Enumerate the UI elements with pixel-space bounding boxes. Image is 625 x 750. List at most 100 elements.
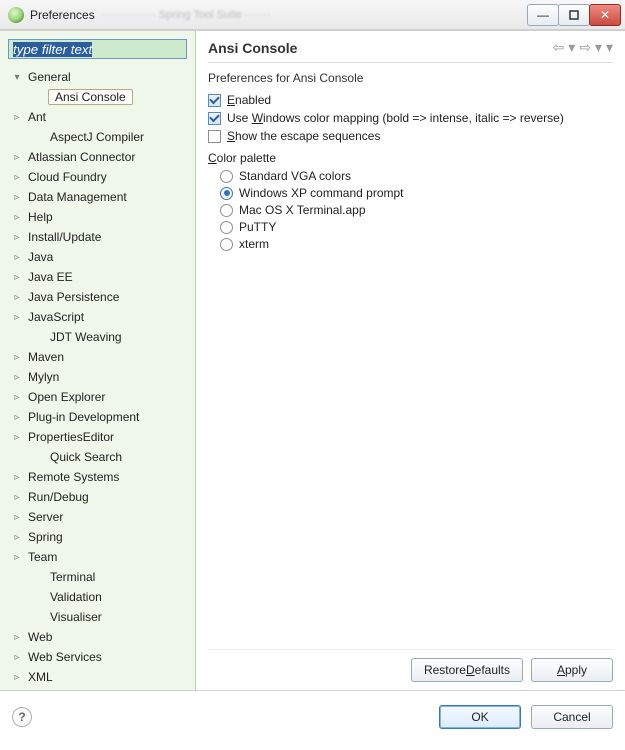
restore-defaults-button[interactable]: Restore Defaults [411,658,523,682]
checkbox-enabled[interactable]: Enabled [208,93,613,107]
palette-radio-option[interactable]: xterm [220,237,613,251]
expand-arrow-icon[interactable]: ▹ [12,312,22,322]
tree-item[interactable]: Visualiser [4,607,191,627]
tree-item-label: XML [26,670,55,684]
tree-item[interactable]: Terminal [4,567,191,587]
expand-arrow-icon[interactable]: ▹ [12,212,22,222]
tree-item-label: Mylyn [26,370,61,384]
tree-item[interactable]: Validation [4,587,191,607]
page-nav: ⇦ ▾ ⇨ ▾ ▾ [553,39,613,56]
tree-item[interactable]: ▹ Ant [4,107,191,127]
tree-item[interactable]: ▹Web Services [4,647,191,667]
tree-item[interactable]: ▹Run/Debug [4,487,191,507]
expand-arrow-icon[interactable]: ▹ [12,252,22,262]
tree-item[interactable]: ▹JavaScript [4,307,191,327]
color-palette-radio-group: Standard VGA colors Windows XP command pr… [208,169,613,251]
tree-item[interactable]: JDT Weaving [4,327,191,347]
expand-arrow-icon[interactable]: ▾ [12,72,22,82]
tree-item[interactable]: ▹Atlassian Connector [4,147,191,167]
expand-arrow-icon[interactable]: ▹ [12,172,22,182]
tree-item[interactable]: ▹Cloud Foundry [4,167,191,187]
expand-arrow-icon[interactable]: ▹ [12,112,22,122]
tree-item-label: Ansi Console [48,89,133,105]
title-bar: Preferences ··············· Spring Tool … [0,0,625,30]
color-palette-group-label: Color palette [208,151,613,165]
expand-arrow-icon[interactable]: ▹ [12,352,22,362]
expand-arrow-icon[interactable]: ▹ [12,632,22,642]
tree-item-label: Ant [26,110,48,124]
tree-item[interactable]: ▹Install/Update [4,227,191,247]
expand-arrow-icon[interactable]: ▹ [12,492,22,502]
nav-back-icon[interactable]: ⇦ ▾ [553,39,576,56]
close-button[interactable]: ✕ [589,4,621,26]
expand-arrow-icon[interactable]: ▹ [12,432,22,442]
tree-item[interactable]: ▹ Mylyn [4,367,191,387]
page-footer: Restore Defaults Apply [208,649,613,682]
window-title: Preferences [30,8,95,22]
apply-button[interactable]: Apply [531,658,613,682]
tree-item[interactable]: Ansi Console [4,87,191,107]
tree-item-label: Java EE [26,270,75,284]
radio-label: Standard VGA colors [239,169,351,183]
tree-item[interactable]: ▹Remote Systems [4,467,191,487]
palette-radio-option[interactable]: Windows XP command prompt [220,186,613,200]
tree-item-label: Help [26,210,55,224]
palette-radio-option[interactable]: Standard VGA colors [220,169,613,183]
tree-item[interactable]: ▹ PropertiesEditor [4,427,191,447]
expand-arrow-icon[interactable]: ▹ [12,232,22,242]
tree-item[interactable]: ▹ XML [4,667,191,686]
expand-arrow-icon[interactable]: ▹ [12,372,22,382]
tree-item-label: Validation [48,590,104,604]
page-description: Preferences for Ansi Console [208,71,613,85]
maximize-button[interactable] [558,4,590,26]
tree-item[interactable]: ▹Maven [4,347,191,367]
tree-item[interactable]: Quick Search [4,447,191,467]
tree-item[interactable]: AspectJ Compiler [4,127,191,147]
dialog-button-bar: ? OK Cancel [0,690,625,742]
tree-item[interactable]: ▹Java [4,247,191,267]
checkbox-show-escape[interactable]: Show the escape sequences [208,129,613,143]
tree-item[interactable]: ▹ Java EE [4,267,191,287]
tree-item[interactable]: ▹Spring [4,527,191,547]
radio-icon [220,187,233,200]
palette-radio-option[interactable]: PuTTY [220,220,613,234]
tree-item-label: PropertiesEditor [26,430,116,444]
tree-item[interactable]: ▹Java Persistence [4,287,191,307]
tree-item-label: Quick Search [48,450,124,464]
expand-arrow-icon[interactable]: ▹ [12,412,22,422]
nav-menu-icon[interactable]: ▾ [606,39,613,56]
preference-page: Ansi Console ⇦ ▾ ⇨ ▾ ▾ Preferences for A… [196,31,625,690]
filter-input[interactable] [8,39,187,59]
expand-arrow-icon[interactable]: ▹ [12,652,22,662]
checkbox-windows-color-mapping[interactable]: Use Windows color mapping (bold => inten… [208,111,613,125]
expand-arrow-icon[interactable]: ▹ [12,512,22,522]
expand-arrow-icon[interactable]: ▹ [12,192,22,202]
ok-button[interactable]: OK [439,705,521,729]
nav-forward-icon[interactable]: ⇨ ▾ [579,39,602,56]
expand-arrow-icon[interactable]: ▹ [12,552,22,562]
tree-item[interactable]: ▹Web [4,627,191,647]
tree-item[interactable]: ▹Data Management [4,187,191,207]
tree-item[interactable]: ▹Open Explorer [4,387,191,407]
tree-item[interactable]: ▹Plug-in Development [4,407,191,427]
tree-item[interactable]: ▹Server [4,507,191,527]
palette-radio-option[interactable]: Mac OS X Terminal.app [220,203,613,217]
expand-arrow-icon[interactable]: ▹ [12,532,22,542]
expand-arrow-icon[interactable]: ▹ [12,292,22,302]
tree-item[interactable]: ▾General [4,67,191,87]
minimize-button[interactable]: — [527,4,559,26]
tree-item[interactable]: ▹Team [4,547,191,567]
radio-label: xterm [239,237,269,251]
radio-icon [220,221,233,234]
checkbox-label: Enabled [227,93,271,107]
expand-arrow-icon[interactable]: ▹ [12,272,22,282]
preferences-tree[interactable]: ▾General Ansi Console ▹ Ant AspectJ Compiler… [4,65,191,686]
expand-arrow-icon[interactable]: ▹ [12,152,22,162]
expand-arrow-icon[interactable]: ▹ [12,392,22,402]
help-icon[interactable]: ? [12,707,32,727]
tree-item[interactable]: ▹ Help [4,207,191,227]
expand-arrow-icon[interactable]: ▹ [12,672,22,682]
content-area: ▾General Ansi Console ▹ Ant AspectJ Compiler… [0,30,625,690]
cancel-button[interactable]: Cancel [531,705,613,729]
expand-arrow-icon[interactable]: ▹ [12,472,22,482]
